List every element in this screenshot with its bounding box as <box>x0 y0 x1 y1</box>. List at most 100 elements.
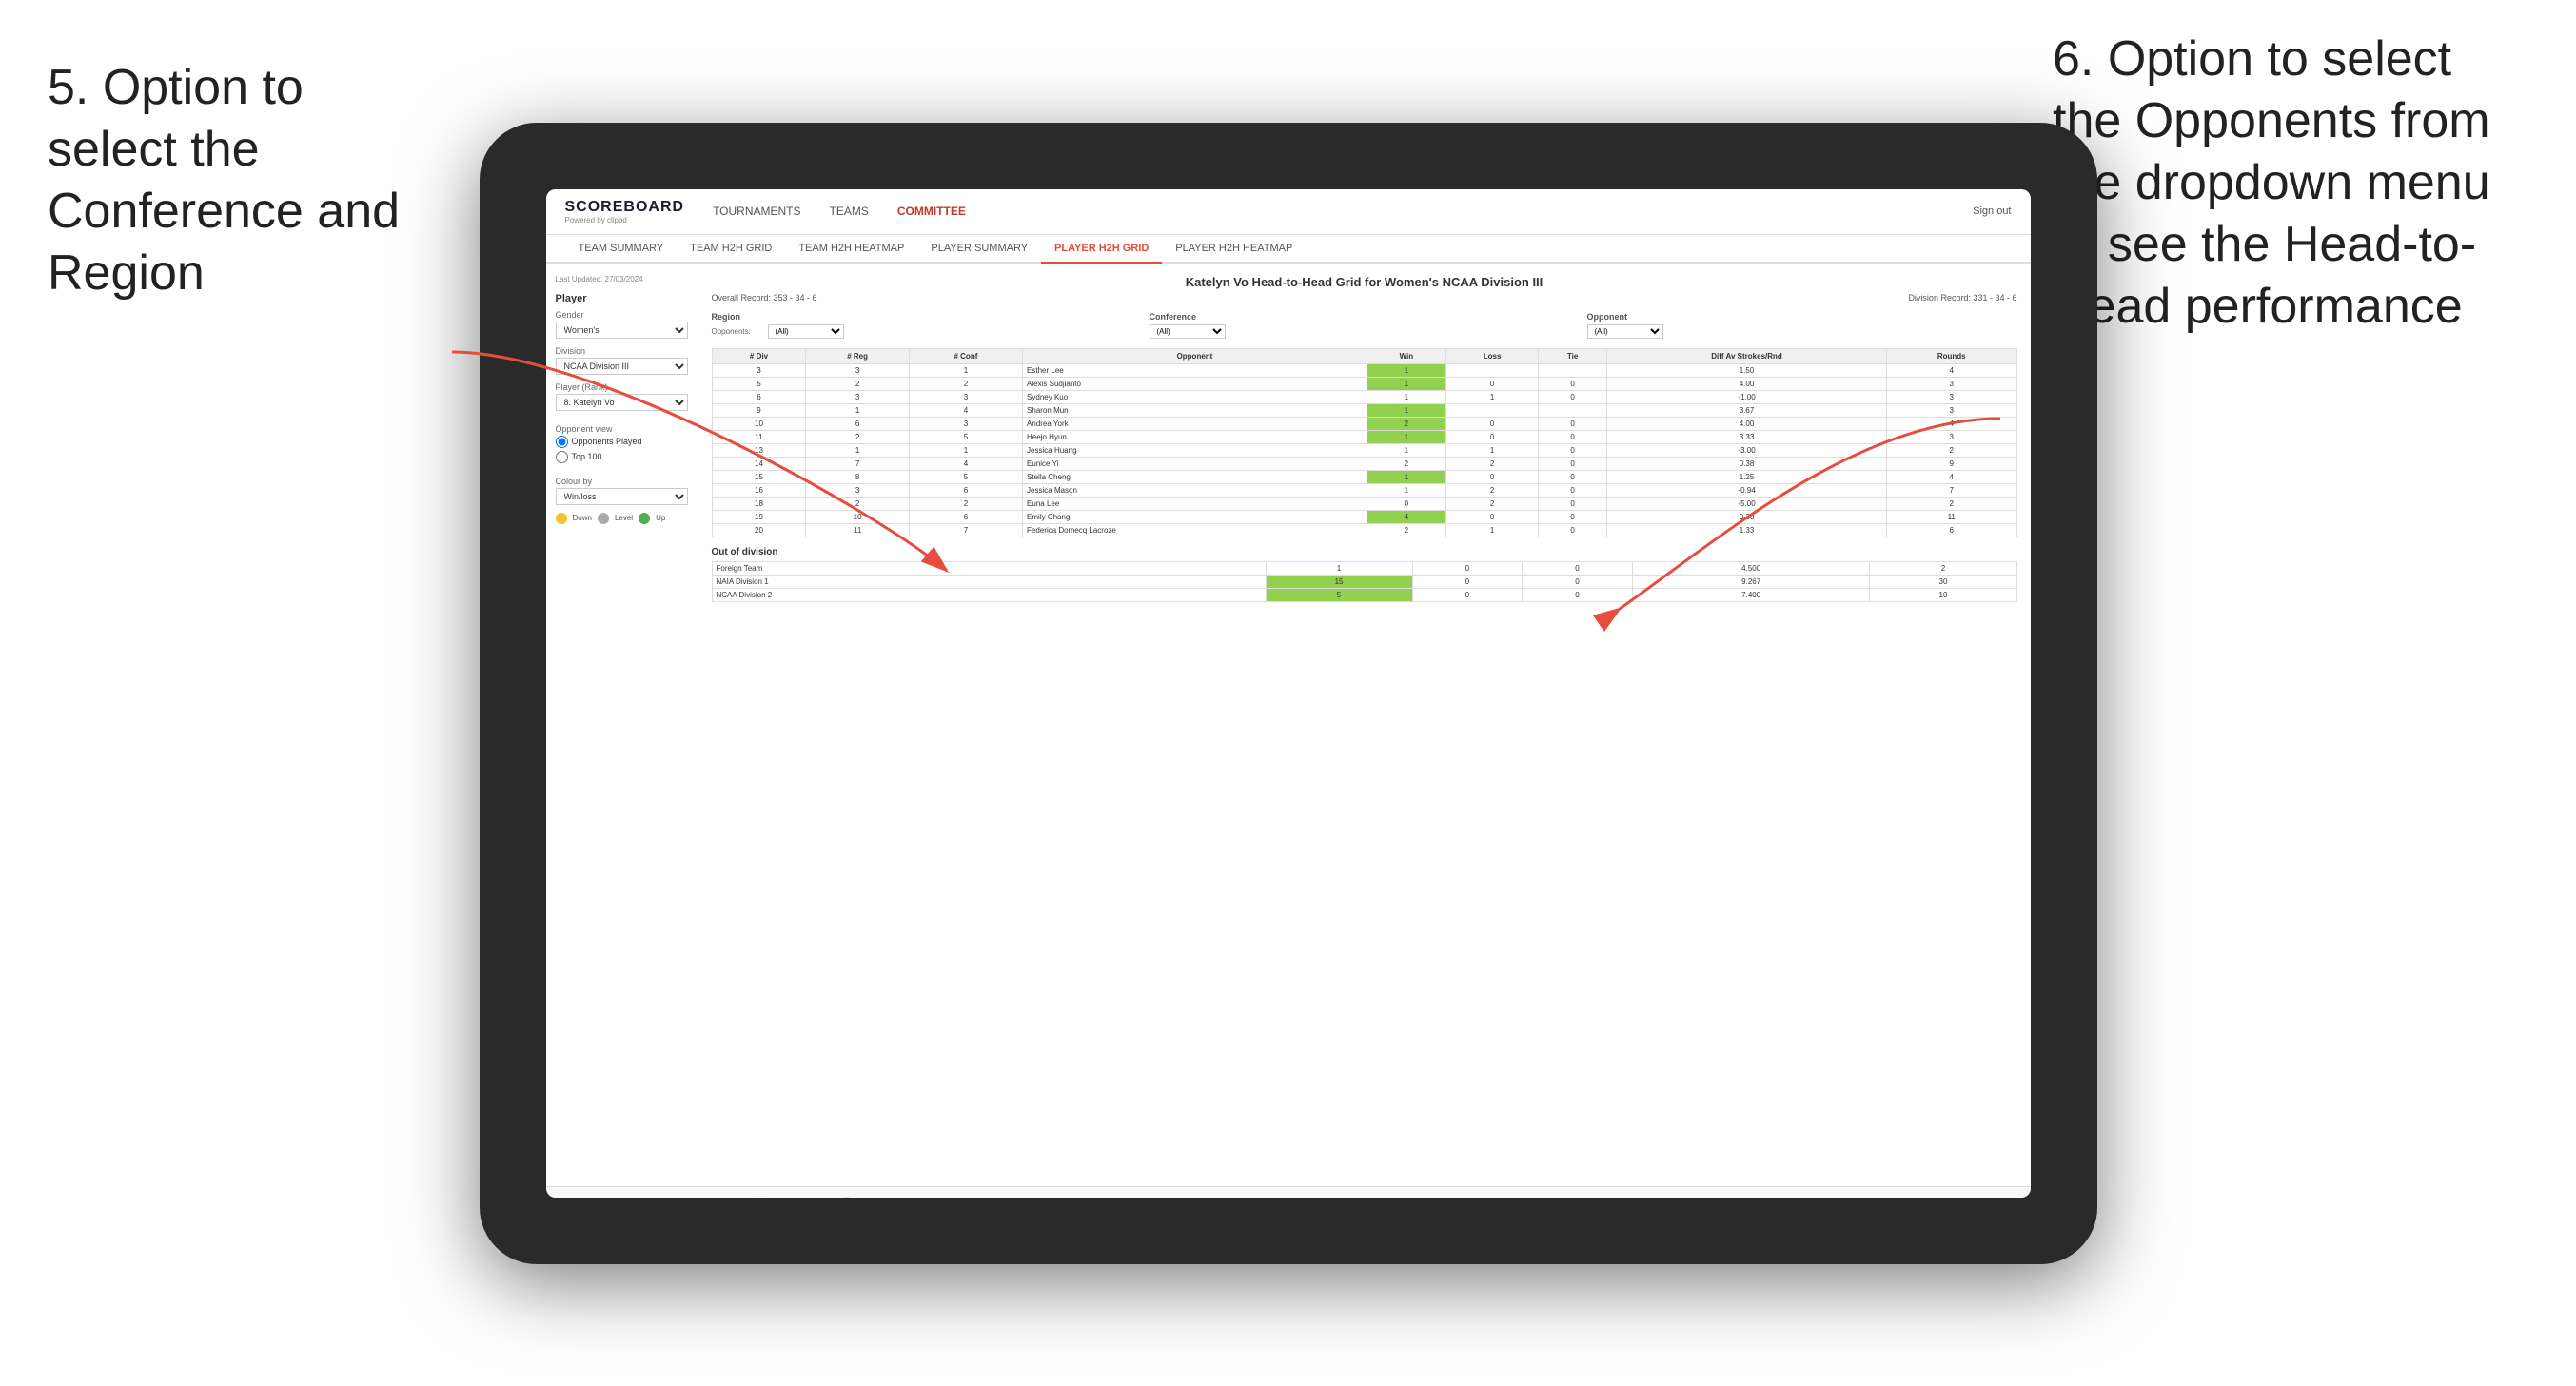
conference-select[interactable]: (All) <box>1150 324 1226 339</box>
logo-text: SCOREBOARD <box>565 199 685 216</box>
cell-opponent: Sharon Mun <box>1023 403 1367 417</box>
top-nav: SCOREBOARD Powered by clippd TOURNAMENTS… <box>546 189 2031 235</box>
cell-loss: 0 <box>1412 588 1523 601</box>
opponent-filter-label: Opponent <box>1587 312 2017 322</box>
cell-win: 2 <box>1367 457 1445 470</box>
cell-loss: 0 <box>1412 561 1523 575</box>
refresh-btn[interactable]: ⟳ <box>580 1196 599 1198</box>
cell-win: 1 <box>1367 483 1445 497</box>
cell-win: 2 <box>1367 523 1445 537</box>
gender-label: Gender <box>556 310 688 320</box>
nav-committee[interactable]: COMMITTEE <box>897 201 966 222</box>
region-filter-label: Region <box>712 312 1142 322</box>
arrow-right <box>1572 400 2048 642</box>
link-btn[interactable]: 🔗 <box>632 1196 653 1198</box>
bottom-toolbar: ↩ ⟳ ↪ 🔗 ✂ ⬡ 🕐 | 📊 View: Original | 💾 Sav… <box>546 1186 2031 1198</box>
cell-opponent: Jessica Mason <box>1023 483 1367 497</box>
nav-tournaments[interactable]: TOURNAMENTS <box>713 201 800 222</box>
cell-rounds: 4 <box>1886 363 2016 377</box>
cell-win: 1 <box>1367 403 1445 417</box>
nav-links: TOURNAMENTS TEAMS COMMITTEE <box>713 201 1973 222</box>
cell-loss: 0 <box>1445 417 1538 430</box>
subnav-team-summary[interactable]: TEAM SUMMARY <box>565 235 678 262</box>
cell-win: 1 <box>1367 430 1445 443</box>
cell-loss <box>1445 363 1538 377</box>
cell-opponent: Federica Domecq Lacroze <box>1023 523 1367 537</box>
sep2: | <box>827 1197 829 1198</box>
cell-opponent: Heejo Hyun <box>1023 430 1367 443</box>
cell-win: 5 <box>1266 588 1412 601</box>
cell-tie: 0 <box>1539 377 1607 390</box>
cell-win: 15 <box>1266 575 1412 588</box>
cell-loss: 1 <box>1445 390 1538 403</box>
nav-teams[interactable]: TEAMS <box>830 201 869 222</box>
annotation-left: 5. Option to select the Conference and R… <box>48 57 409 304</box>
subnav-team-h2h-grid[interactable]: TEAM H2H GRID <box>677 235 785 262</box>
grid-btn[interactable]: ⬡ <box>685 1196 703 1198</box>
cell-loss: 1 <box>1445 443 1538 457</box>
cell-win: 1 <box>1367 377 1445 390</box>
logo-sub: Powered by clippd <box>565 216 685 224</box>
subnav-player-h2h-heatmap[interactable]: PLAYER H2H HEATMAP <box>1162 235 1306 262</box>
cell-diff: 1.50 <box>1607 363 1887 377</box>
cell-loss: 2 <box>1445 483 1538 497</box>
cell-loss: 0 <box>1412 575 1523 588</box>
cell-win: 4 <box>1367 510 1445 523</box>
overall-record: Overall Record: 353 - 34 - 6 <box>712 293 817 303</box>
share-btn-icon[interactable]: ⬡ <box>999 1196 1017 1198</box>
cell-opponent: Esther Lee <box>1023 363 1367 377</box>
cell-loss: 1 <box>1445 523 1538 537</box>
cell-loss: 0 <box>1445 430 1538 443</box>
cell-opponent: Sydney Kuo <box>1023 390 1367 403</box>
subnav-player-h2h-grid[interactable]: PLAYER H2H GRID <box>1041 235 1162 264</box>
cell-opponent: Emily Chang <box>1023 510 1367 523</box>
conference-filter-label: Conference <box>1150 312 1580 322</box>
th-diff: Diff Av Strokes/Rnd <box>1607 348 1887 363</box>
export-btn[interactable]: ⬡ <box>1025 1196 1043 1198</box>
th-tie: Tie <box>1539 348 1607 363</box>
opponent-filter-row: (All) <box>1587 324 2017 339</box>
tablet-device: SCOREBOARD Powered by clippd TOURNAMENTS… <box>480 123 2097 1264</box>
share-btn[interactable]: Share <box>1051 1196 1082 1198</box>
sidebar-player-title: Player <box>556 293 688 304</box>
cell-loss <box>1445 403 1538 417</box>
logo-area: SCOREBOARD Powered by clippd <box>565 199 685 224</box>
conference-filter-group: Conference (All) <box>1150 312 1580 339</box>
opponent-filter-group: Opponent (All) <box>1587 312 2017 339</box>
records-row: Overall Record: 353 - 34 - 6 Division Re… <box>712 293 2017 303</box>
save-custom-view-btn[interactable]: 💾 Save Custom View <box>836 1196 924 1198</box>
sep3: | <box>932 1197 934 1198</box>
th-opponent: Opponent <box>1023 348 1367 363</box>
cell-win: 1 <box>1367 470 1445 483</box>
cell-opponent: Andrea York <box>1023 417 1367 430</box>
cell-win: 0 <box>1367 497 1445 510</box>
subnav-team-h2h-heatmap[interactable]: TEAM H2H HEATMAP <box>785 235 917 262</box>
cell-win: 2 <box>1367 417 1445 430</box>
watch-btn[interactable]: 👁 Watch ▾ <box>941 1196 992 1198</box>
cell-opponent: Stella Cheng <box>1023 470 1367 483</box>
cell-loss: 0 <box>1445 377 1538 390</box>
cell-win: 1 <box>1367 443 1445 457</box>
opponent-select[interactable]: (All) <box>1587 324 1663 339</box>
view-original-btn[interactable]: 📊 View: Original <box>750 1196 819 1198</box>
division-record: Division Record: 331 - 34 - 6 <box>1908 293 2016 303</box>
cell-win: 1 <box>1367 390 1445 403</box>
cell-loss: 0 <box>1445 510 1538 523</box>
annotation-right: 6. Option to select the Opponents from t… <box>2053 29 2528 338</box>
redo-btn[interactable]: ↪ <box>606 1196 624 1198</box>
conference-filter-row: (All) <box>1150 324 1580 339</box>
cell-diff: 4.00 <box>1607 377 1887 390</box>
time-btn[interactable]: 🕐 <box>711 1196 732 1198</box>
undo-btn[interactable]: ↩ <box>556 1196 574 1198</box>
arrow-left <box>404 323 975 614</box>
sub-nav: TEAM SUMMARY TEAM H2H GRID TEAM H2H HEAT… <box>546 235 2031 264</box>
page-title: Katelyn Vo Head-to-Head Grid for Women's… <box>712 275 2017 289</box>
cell-loss: 2 <box>1445 497 1538 510</box>
cell-opponent: Alexis Sudjianto <box>1023 377 1367 390</box>
cell-opponent: Jessica Huang <box>1023 443 1367 457</box>
cut-btn[interactable]: ✂ <box>660 1196 678 1198</box>
subnav-player-summary[interactable]: PLAYER SUMMARY <box>917 235 1041 262</box>
cell-loss: 0 <box>1445 470 1538 483</box>
sign-out-link[interactable]: Sign out <box>1973 205 2011 217</box>
sep1: | <box>739 1197 741 1198</box>
